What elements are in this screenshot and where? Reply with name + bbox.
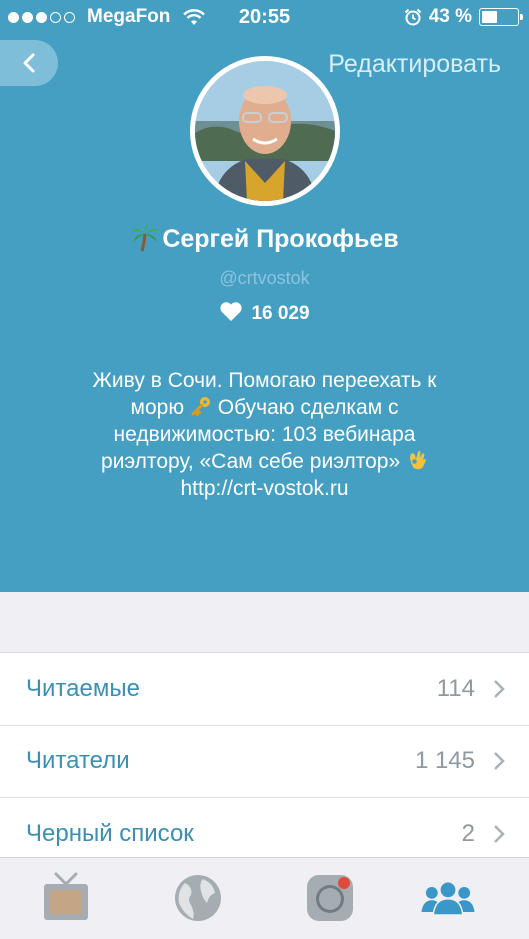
profile-name: Сергей Прокофьев <box>0 222 529 254</box>
list-item-following[interactable]: Читаемые 114 <box>0 653 529 726</box>
tv-icon <box>44 872 88 920</box>
list-item-label: Читаемые <box>26 674 140 702</box>
alarm-clock-icon <box>404 8 421 26</box>
list-item-label: Черный список <box>26 819 194 847</box>
battery-fill <box>482 11 497 23</box>
edit-button[interactable]: Редактировать <box>328 50 501 79</box>
chevron-right-icon <box>494 824 505 843</box>
chevron-right-icon <box>494 679 505 698</box>
tab-bar <box>0 857 529 939</box>
globe-icon <box>175 875 221 921</box>
list-item-followers[interactable]: Читатели 1 145 <box>0 726 529 798</box>
heart-icon <box>220 302 243 321</box>
bio-line: недвижимостью: 103 вебинара <box>113 423 416 446</box>
list-item-count: 1 145 <box>414 747 475 775</box>
status-right: 43 % <box>404 6 523 28</box>
chevron-right-icon <box>494 752 505 771</box>
bio-line: Живу в Сочи. Помогаю переехать к <box>92 369 437 392</box>
likes-count: 16 029 <box>0 301 529 325</box>
list-item-count: 2 <box>461 819 475 847</box>
profile-bio: Живу в Сочи. Помогаю переехать к морю Об… <box>60 367 469 502</box>
ok-hand-icon <box>409 451 426 470</box>
battery-percent: 43 % <box>428 6 472 27</box>
people-icon <box>421 881 475 916</box>
back-button[interactable] <box>0 40 58 86</box>
key-icon <box>191 397 210 416</box>
tab-camera[interactable] <box>302 870 358 926</box>
avatar[interactable] <box>190 56 340 206</box>
status-bar: MegaFon 20:55 43 % <box>0 0 529 36</box>
tab-tv[interactable] <box>38 870 94 926</box>
palm-tree-icon <box>131 223 160 252</box>
bio-link[interactable]: http://crt-vostok.ru <box>180 477 348 500</box>
bio-line: Обучаю сделкам с <box>217 396 399 419</box>
chevron-left-icon <box>23 53 35 73</box>
likes-value: 16 029 <box>251 303 310 324</box>
list-item-label: Читатели <box>26 747 130 775</box>
camera-icon <box>307 875 353 921</box>
profile-header: MegaFon 20:55 43 % Редактировать Сергей … <box>0 0 529 592</box>
bio-line: риэлтору, «Сам себе риэлтор» <box>101 450 401 473</box>
tab-globe[interactable] <box>170 870 226 926</box>
profile-handle: @crtvostok <box>219 268 310 288</box>
profile-lists: Читаемые 114 Читатели 1 145 Черный списо… <box>0 652 529 871</box>
bio-line: морю <box>130 396 185 419</box>
list-item-count: 114 <box>436 674 475 702</box>
avatar-photo <box>195 61 335 201</box>
battery-icon <box>479 8 523 26</box>
profile-name-text: Сергей Прокофьев <box>162 225 399 253</box>
tab-people[interactable] <box>420 870 476 926</box>
